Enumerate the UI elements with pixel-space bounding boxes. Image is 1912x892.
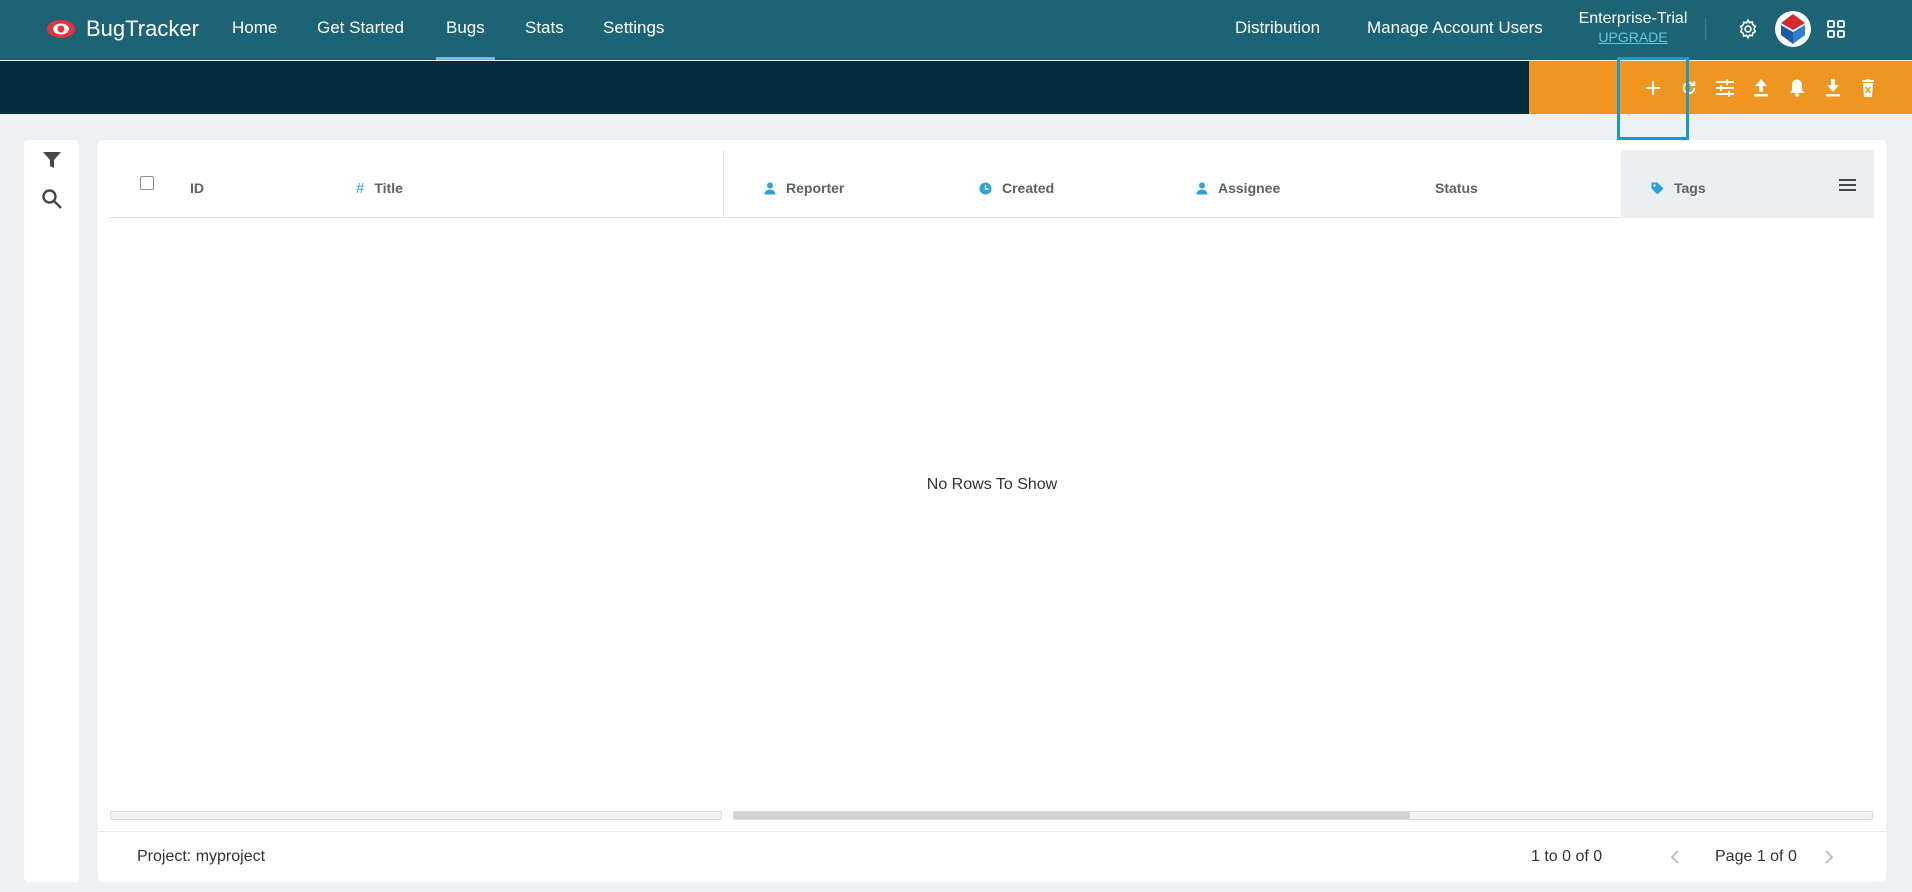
customize-columns-icon[interactable]	[1712, 75, 1738, 101]
gear-icon[interactable]	[1735, 16, 1761, 42]
chevron-right-icon[interactable]	[1820, 848, 1838, 866]
filter-icon[interactable]	[38, 146, 66, 174]
nav-bugs[interactable]: Bugs	[436, 0, 495, 60]
empty-state-message: No Rows To Show	[926, 476, 1058, 493]
bug-eye-logo-icon	[46, 18, 76, 40]
row-range: 1 to 0 of 0	[1531, 848, 1603, 865]
top-navbar: BugTracker Home Get Started Bugs Stats S…	[0, 0, 1912, 60]
column-header-reporter[interactable]: Reporter	[764, 178, 844, 198]
pinned-horizontal-scrollbar[interactable]	[110, 811, 722, 820]
column-header-created[interactable]: Created	[979, 178, 1054, 198]
column-label: Title	[374, 180, 403, 196]
delete-icon[interactable]	[1855, 75, 1881, 101]
add-icon[interactable]	[1640, 75, 1666, 101]
person-icon	[1196, 182, 1208, 195]
notification-bell-icon[interactable]	[1784, 75, 1810, 101]
column-label: Assignee	[1218, 180, 1281, 196]
column-label: Reporter	[786, 180, 845, 196]
tag-icon	[1651, 182, 1664, 195]
left-rail	[24, 140, 79, 882]
nav-stats[interactable]: Stats	[525, 0, 564, 60]
page-indicator: Page 1 of 0	[1715, 848, 1797, 865]
plan-info: Enterprise-Trial UPGRADE	[1578, 10, 1688, 46]
action-toolbar	[1529, 61, 1912, 114]
column-label: ID	[190, 180, 204, 196]
grid-footer: Project: myproject 1 to 0 of 0 Page 1 of…	[98, 831, 1886, 882]
divider	[1705, 18, 1706, 40]
nav-settings[interactable]: Settings	[603, 0, 664, 60]
upgrade-link[interactable]: UPGRADE	[1578, 28, 1688, 46]
person-icon	[764, 182, 776, 195]
app-name: BugTracker	[86, 16, 199, 41]
refresh-icon[interactable]	[1676, 75, 1702, 101]
app-logo[interactable]: BugTracker	[46, 14, 199, 44]
plan-name: Enterprise-Trial	[1578, 10, 1688, 27]
hash-icon: #	[356, 179, 365, 197]
avatar[interactable]	[1774, 10, 1812, 48]
search-icon[interactable]	[38, 185, 66, 213]
column-menu-icon[interactable]	[1836, 174, 1858, 196]
nav-distribution[interactable]: Distribution	[1235, 0, 1320, 60]
column-header-status[interactable]: Status	[1435, 178, 1478, 198]
bug-grid: ID # Title Reporter Created Assignee Sta…	[98, 140, 1886, 882]
column-label: Status	[1435, 180, 1478, 196]
horizontal-scrollbar[interactable]	[733, 811, 1873, 820]
column-header-assignee[interactable]: Assignee	[1196, 178, 1280, 198]
apps-grid-icon[interactable]	[1823, 16, 1849, 42]
scrollbar-thumb[interactable]	[734, 812, 1410, 819]
column-label: Created	[1002, 180, 1055, 196]
clock-icon	[979, 182, 992, 195]
column-header-title[interactable]: # Title	[356, 178, 403, 198]
select-all-checkbox[interactable]	[140, 176, 154, 190]
upload-icon[interactable]	[1748, 75, 1774, 101]
nav-home[interactable]: Home	[232, 0, 277, 60]
project-label: Project: myproject	[137, 848, 266, 865]
column-label: Tags	[1674, 180, 1706, 196]
nav-manage-account-users[interactable]: Manage Account Users	[1367, 0, 1543, 60]
pinned-columns-separator	[723, 150, 724, 218]
download-icon[interactable]	[1820, 75, 1846, 101]
column-header-tags[interactable]: Tags	[1651, 178, 1706, 198]
column-header-id[interactable]: ID	[190, 178, 204, 198]
chevron-left-icon[interactable]	[1666, 848, 1684, 866]
nav-get-started[interactable]: Get Started	[317, 0, 404, 60]
